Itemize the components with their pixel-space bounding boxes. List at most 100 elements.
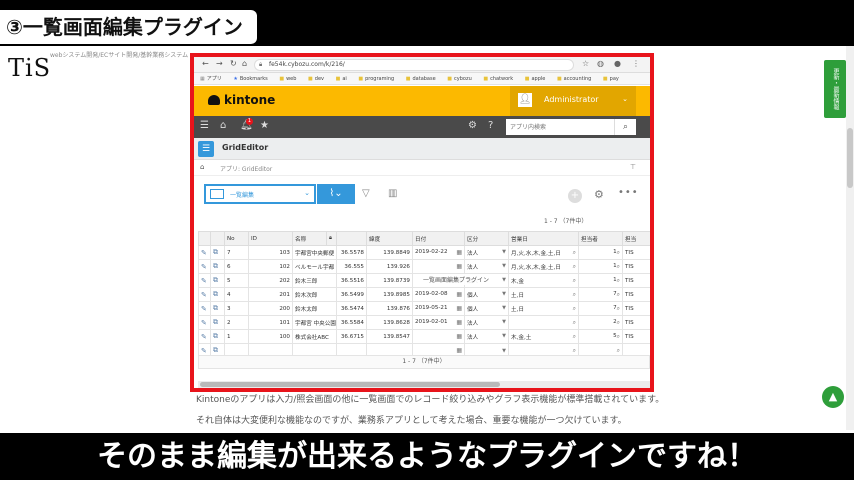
cell-latitude[interactable]: 36.6715	[336, 329, 367, 344]
copy-record-icon[interactable]: ⧉	[210, 301, 225, 316]
cell-staff[interactable]: 2 ⌕	[578, 315, 623, 330]
lookup-search-icon[interactable]: ⌕	[617, 305, 620, 313]
cell-business-days[interactable]: 木,金,土 ⌕	[508, 329, 579, 344]
calendar-icon[interactable]: ▦	[456, 333, 462, 340]
cell-latitude[interactable]: 36.5584	[336, 315, 367, 330]
table-row[interactable]: ✎ ⧉ 3 200 鈴木太郎 36.5474 139.876 2019-05-21 ▦ 個人 ▼ 土,…	[198, 301, 650, 316]
cell-kind[interactable]: 法人 ▼	[464, 329, 509, 344]
lookup-search-icon[interactable]: ⌕	[617, 319, 620, 327]
copy-record-icon[interactable]: ⧉	[210, 329, 225, 344]
more-options-icon[interactable]: •••	[618, 187, 639, 198]
cell-name[interactable]: 株式会社ABC	[292, 329, 337, 344]
dropdown-caret-icon[interactable]: ▼	[502, 348, 506, 354]
cell-latitude[interactable]: 36.5516	[336, 273, 367, 288]
cell-latitude[interactable]: 36.5578	[336, 245, 367, 260]
column-header[interactable]: 担当者	[578, 231, 623, 246]
edit-record-icon[interactable]: ✎	[198, 245, 211, 260]
search-icon[interactable]: ⌕	[614, 119, 636, 135]
favorites-star-icon[interactable]: ★	[260, 120, 269, 131]
cell-id[interactable]: 103	[248, 245, 293, 260]
cell-longitude[interactable]: 139.8849	[366, 245, 413, 260]
scroll-top-icon[interactable]: ▲	[822, 386, 844, 408]
dropdown-caret-icon[interactable]: ▼	[502, 291, 506, 297]
cell-latitude[interactable]: 36.5474	[336, 301, 367, 316]
column-header[interactable]: 区分	[464, 231, 509, 246]
cell-no[interactable]: 3	[224, 301, 249, 316]
cell-no[interactable]: 6	[224, 259, 249, 274]
settings-gear-icon[interactable]: ⚙	[468, 120, 477, 131]
cell-staff2[interactable]: TIS	[622, 315, 650, 330]
help-icon[interactable]: ?	[488, 120, 493, 131]
bookmark-item[interactable]: accounting	[557, 76, 591, 82]
bookmark-item[interactable]: cybozu	[447, 76, 471, 82]
cell-staff2[interactable]: TIS	[622, 301, 650, 316]
lookup-search-icon[interactable]: ⌕	[573, 347, 576, 355]
cell-staff[interactable]: 1 ⌕	[578, 245, 623, 260]
lookup-search-icon[interactable]: ⌕	[617, 347, 620, 355]
cell-id[interactable]: 201	[248, 287, 293, 302]
edit-record-icon[interactable]: ✎	[198, 273, 211, 288]
user-menu[interactable]: 👤︎ Administrator ⌄	[510, 86, 636, 116]
copy-record-icon[interactable]: ⧉	[210, 259, 225, 274]
lookup-search-icon[interactable]: ⌕	[617, 333, 620, 341]
view-settings-gear-icon[interactable]: ⚙	[594, 188, 604, 201]
cell-staff2[interactable]: TIS	[622, 259, 650, 274]
cell-no[interactable]: 4	[224, 287, 249, 302]
lookup-search-icon[interactable]: ⌕	[617, 263, 620, 271]
cell-date[interactable]: ▦	[412, 259, 465, 274]
back-arrow-icon[interactable]: ←	[202, 59, 209, 68]
calendar-icon[interactable]: ▦	[456, 305, 462, 312]
bookmark-item[interactable]: web	[279, 76, 296, 82]
calendar-icon[interactable]: ▦	[456, 319, 462, 326]
dropdown-caret-icon[interactable]: ▼	[502, 305, 506, 311]
breadcrumb-home-icon[interactable]: ⌂	[200, 163, 204, 171]
cell-staff2[interactable]: TIS	[622, 329, 650, 344]
bookmark-item[interactable]: ai	[336, 76, 347, 82]
lookup-search-icon[interactable]: ⌕	[573, 305, 576, 313]
calendar-icon[interactable]: ▦	[456, 263, 462, 270]
menu-icon[interactable]: ☰	[200, 120, 209, 131]
address-bar[interactable]: 🔒︎ fe54k.cybozu.com/k/216/	[254, 59, 574, 71]
cell-kind[interactable]: 法人 ▼	[464, 315, 509, 330]
cell-staff[interactable]: 5 ⌕	[578, 329, 623, 344]
cell-latitude[interactable]: 36.555	[336, 259, 367, 274]
bookmark-item[interactable]: Bookmarks	[233, 76, 267, 82]
lookup-search-icon[interactable]: ⌕	[573, 291, 576, 299]
copy-record-icon[interactable]: ⧉	[210, 315, 225, 330]
cell-id[interactable]: 100	[248, 329, 293, 344]
edit-record-icon[interactable]: ✎	[198, 329, 211, 344]
pin-icon[interactable]: ⊤	[630, 163, 636, 171]
page-scrollbar-thumb[interactable]	[847, 128, 853, 188]
cell-date[interactable]: 2019-02-01 ▦	[412, 315, 465, 330]
star-bookmark-icon[interactable]: ☆	[582, 59, 589, 68]
profile-icon[interactable]: ●	[614, 59, 621, 68]
column-header[interactable]: 担当	[622, 231, 650, 246]
cell-staff2[interactable]: TIS	[622, 287, 650, 302]
home-icon[interactable]: ⌂	[220, 120, 226, 131]
cell-no[interactable]: 1	[224, 329, 249, 344]
edit-record-icon[interactable]: ✎	[198, 259, 211, 274]
dropdown-caret-icon[interactable]: ▼	[502, 333, 506, 339]
edit-record-icon[interactable]: ✎	[198, 301, 211, 316]
breadcrumb[interactable]: アプリ: GridEditor	[220, 164, 272, 173]
column-header[interactable]: 名称	[292, 231, 327, 246]
edit-record-icon[interactable]: ✎	[198, 315, 211, 330]
dropdown-caret-icon[interactable]: ▼	[502, 249, 506, 255]
column-header[interactable]: No	[224, 231, 249, 246]
copy-record-icon[interactable]: ⧉	[210, 287, 225, 302]
column-header[interactable]: ID	[248, 231, 293, 246]
cell-name[interactable]: 鈴木次郎	[292, 287, 337, 302]
cell-date[interactable]: ▦	[412, 329, 465, 344]
cell-name[interactable]: 鈴木三郎	[292, 273, 337, 288]
table-row[interactable]: ✎ ⧉ 6 102 ベルモール宇都 36.555 139.926 ▦ 法人 ▼ 月,火,水,木,金,…	[198, 259, 650, 274]
cell-staff[interactable]: 7 ⌕	[578, 301, 623, 316]
grid-hscroll-thumb[interactable]	[200, 382, 500, 387]
add-record-button[interactable]: +	[568, 189, 582, 203]
copy-record-icon[interactable]: ⧉	[210, 245, 225, 260]
home-nav-icon[interactable]: ⌂	[242, 59, 247, 68]
view-selector[interactable]: 一覧編集 ⌄	[204, 184, 316, 204]
cell-id[interactable]: 102	[248, 259, 293, 274]
cell-business-days[interactable]: 土,日 ⌕	[508, 301, 579, 316]
calendar-icon[interactable]: ▦	[456, 347, 462, 354]
cell-longitude[interactable]: 139.8985	[366, 287, 413, 302]
